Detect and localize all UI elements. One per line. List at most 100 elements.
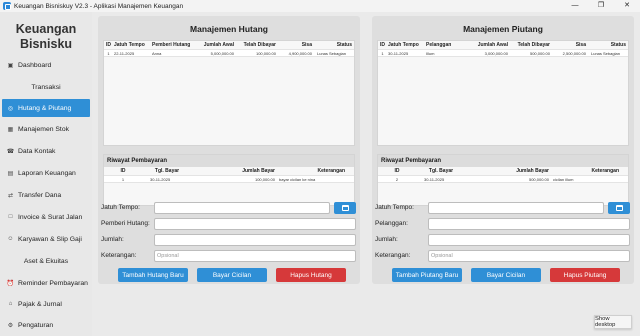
- tambah-hutang-button[interactable]: Tambah Hutang Baru: [118, 268, 188, 282]
- sidebar-item-aset-ekuitas[interactable]: Aset & Ekuitas: [2, 252, 90, 270]
- home-icon: ▣: [7, 62, 14, 69]
- col-pelanggan[interactable]: Pelanggan: [425, 42, 465, 48]
- cell-id: 1: [107, 50, 110, 56]
- cell-telah-dibayar: 500,000.00: [529, 50, 550, 56]
- tax-icon: ⌂: [8, 301, 13, 307]
- sidebar-item-hutang-piutang[interactable]: ◎ Hutang & Piutang: [2, 99, 90, 117]
- col-sisa[interactable]: Sisa: [277, 42, 313, 48]
- table-row[interactable]: 1 30-11-2025 100,000.00 bayar cicilan ke…: [104, 175, 354, 183]
- report-icon: ▤: [7, 170, 14, 177]
- keterangan-input[interactable]: Opsional: [428, 249, 630, 262]
- col-id[interactable]: ID: [378, 42, 387, 48]
- col-pemberi-hutang[interactable]: Pemberi Hutang: [151, 42, 191, 48]
- table-row[interactable]: 1 22-11-2025 Anna 5,000,000.00 100,000.0…: [104, 49, 354, 57]
- jumlah-label: Jumlah:: [101, 236, 124, 243]
- jatuh-tempo-label: Jatuh Tempo:: [375, 204, 414, 211]
- col-telah-dibayar[interactable]: Telah Dibayar: [235, 42, 277, 48]
- logo-line-1: Keuangan: [15, 22, 77, 36]
- col-jatuh-tempo[interactable]: Jatuh Tempo: [387, 42, 425, 48]
- sidebar-item-invoice[interactable]: □ Invoice & Surat Jalan: [2, 208, 90, 226]
- sidebar: Keuangan Bisnisku ▣ Dashboard Transaksi …: [0, 12, 92, 336]
- bayar-cicilan-button[interactable]: Bayar Cicilan: [197, 268, 267, 282]
- col-tgl-bayar[interactable]: Tgl. Bayar: [416, 168, 466, 174]
- pemberi-hutang-input[interactable]: [154, 217, 356, 230]
- col-tgl-bayar[interactable]: Tgl. Bayar: [142, 168, 192, 174]
- cell-id: 2: [395, 176, 399, 182]
- employee-icon: ☺: [7, 236, 14, 242]
- sidebar-item-label: Reminder Pembayaran: [18, 279, 88, 287]
- sidebar-item-dashboard[interactable]: ▣ Dashboard: [2, 56, 90, 74]
- piutang-table[interactable]: ID Jatuh Tempo Pelanggan Jumlah Awal Tel…: [377, 40, 629, 146]
- pelanggan-label: Pelanggan:: [375, 220, 408, 227]
- col-jumlah-bayar[interactable]: Jumlah Bayar: [192, 168, 276, 174]
- sidebar-item-label: Pengaturan: [18, 321, 54, 329]
- sidebar-item-pajak-jurnal[interactable]: ⌂ Pajak & Jurnal: [2, 295, 90, 313]
- table-row[interactable]: 2 30-11-2025 500,000.00 cicilan illum: [378, 175, 628, 183]
- hapus-piutang-button[interactable]: Hapus Piutang: [550, 268, 620, 282]
- jatuh-tempo-label: Jatuh Tempo:: [101, 204, 140, 211]
- hapus-hutang-button[interactable]: Hapus Hutang: [276, 268, 346, 282]
- hutang-table[interactable]: ID Jatuh Tempo Pemberi Hutang Jumlah Awa…: [103, 40, 355, 146]
- settings-icon: ⚙: [7, 322, 14, 329]
- maximize-icon[interactable]: ❐: [588, 0, 614, 12]
- pemberi-hutang-row: Pemberi Hutang:: [101, 217, 357, 230]
- riwayat-header: ID Tgl. Bayar Jumlah Bayar Keterangan: [378, 167, 628, 175]
- jumlah-input[interactable]: [428, 233, 630, 246]
- col-jumlah-awal[interactable]: Jumlah Awal: [191, 42, 235, 48]
- sidebar-item-transaksi[interactable]: Transaksi: [2, 78, 90, 96]
- jumlah-input[interactable]: [154, 233, 356, 246]
- pemberi-hutang-label: Pemberi Hutang:: [101, 220, 150, 227]
- col-jumlah-awal[interactable]: Jumlah Awal: [465, 42, 509, 48]
- sidebar-item-label: Pajak & Jurnal: [18, 300, 62, 308]
- jatuh-tempo-input[interactable]: [154, 201, 330, 214]
- cell-keterangan: cicilan illum: [553, 176, 574, 182]
- minimize-icon[interactable]: —: [562, 0, 588, 12]
- cell-id: 1: [381, 50, 384, 56]
- cell-id: 1: [121, 176, 125, 182]
- hutang-panel: Manajemen Hutang ID Jatuh Tempo Pemberi …: [98, 16, 360, 284]
- col-status[interactable]: Status: [313, 42, 353, 48]
- col-telah-dibayar[interactable]: Telah Dibayar: [509, 42, 551, 48]
- tambah-piutang-button[interactable]: Tambah Piutang Baru: [392, 268, 462, 282]
- col-jumlah-bayar[interactable]: Jumlah Bayar: [466, 168, 550, 174]
- window-title: Keuangan Bisniskuy V2.3 - Aplikasi Manaj…: [14, 2, 184, 10]
- col-id[interactable]: ID: [104, 42, 113, 48]
- col-id[interactable]: ID: [104, 168, 142, 174]
- sidebar-item-label: Hutang & Piutang: [18, 104, 72, 112]
- contact-icon: ☎: [6, 148, 15, 155]
- cell-sisa: 4,900,000.00: [288, 50, 312, 56]
- sidebar-item-karyawan[interactable]: ☺ Karyawan & Slip Gaji: [2, 230, 90, 248]
- panel-title: Manajemen Piutang: [463, 24, 543, 34]
- sidebar-item-manajemen-stok[interactable]: ▦ Manajemen Stok: [2, 120, 90, 138]
- keterangan-input[interactable]: Opsional: [154, 249, 356, 262]
- keterangan-row: Keterangan: Opsional: [101, 249, 357, 262]
- col-sisa[interactable]: Sisa: [551, 42, 587, 48]
- sidebar-item-transfer-dana[interactable]: ⇄ Transfer Dana: [2, 186, 90, 204]
- sidebar-item-pengaturan[interactable]: ⚙ Pengaturan: [2, 316, 90, 334]
- riwayat-hutang: Riwayat Pembayaran ID Tgl. Bayar Jumlah …: [103, 154, 355, 206]
- col-keterangan[interactable]: Keterangan: [550, 168, 620, 174]
- riwayat-title: Riwayat Pembayaran: [104, 155, 354, 167]
- sidebar-item-reminder[interactable]: ⏰ Reminder Pembayaran: [2, 274, 90, 292]
- keterangan-row: Keterangan: Opsional: [375, 249, 631, 262]
- pelanggan-row: Pelanggan:: [375, 217, 631, 230]
- sidebar-item-label: Invoice & Surat Jalan: [18, 213, 83, 221]
- jatuh-tempo-row: Jatuh Tempo:: [101, 201, 357, 214]
- calendar-button[interactable]: [334, 201, 356, 214]
- jatuh-tempo-input[interactable]: [428, 201, 604, 214]
- cell-pemberi: Anna: [152, 50, 162, 56]
- calendar-button[interactable]: [608, 201, 630, 214]
- table-header: ID Jatuh Tempo Pelanggan Jumlah Awal Tel…: [378, 41, 628, 49]
- sidebar-item-data-kontak[interactable]: ☎ Data Kontak: [2, 142, 90, 160]
- panel-title: Manajemen Hutang: [190, 24, 268, 34]
- bayar-cicilan-button[interactable]: Bayar Cicilan: [471, 268, 541, 282]
- table-row[interactable]: 1 30-11-2025 Illum 3,000,000.00 500,000.…: [378, 49, 628, 57]
- close-icon[interactable]: ✕: [614, 0, 640, 12]
- sidebar-item-laporan-keuangan[interactable]: ▤ Laporan Keuangan: [2, 164, 90, 182]
- col-status[interactable]: Status: [587, 42, 627, 48]
- col-id[interactable]: ID: [378, 168, 416, 174]
- pelanggan-input[interactable]: [428, 217, 630, 230]
- col-jatuh-tempo[interactable]: Jatuh Tempo: [113, 42, 151, 48]
- keterangan-label: Keterangan:: [101, 252, 137, 259]
- col-keterangan[interactable]: Keterangan: [276, 168, 346, 174]
